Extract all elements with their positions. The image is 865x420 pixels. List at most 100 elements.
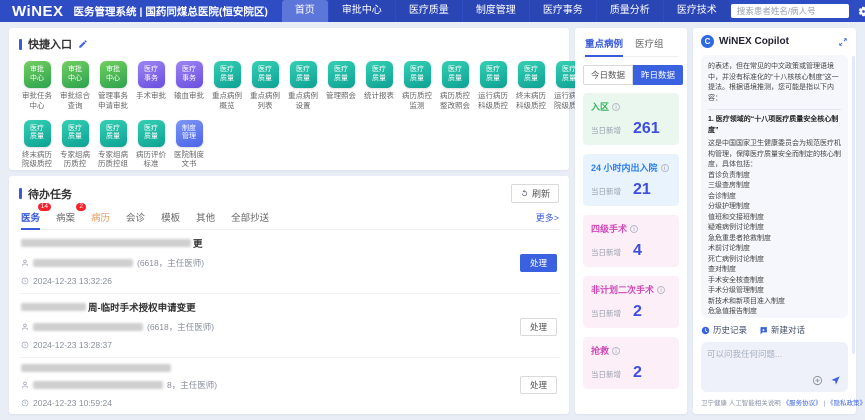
today-data-button[interactable]: 今日数据 [583,65,633,85]
tile-affair-apply-approval[interactable]: 审批中心管理事务申请审批 [95,61,131,111]
tile-expert-record-qc-group[interactable]: 医疗质量专家组病历质控组 [95,120,131,170]
patient-search-input[interactable] [731,4,849,18]
tile-approval-task-center[interactable]: 审批中心审批任务中心 [19,61,55,111]
medical-quality-icon: 医疗质量 [404,61,431,88]
tile-key-case-overview[interactable]: 医疗质量重点病例概览 [209,61,245,111]
stats-tab-key-cases[interactable]: 重点病例 [585,36,623,50]
main-nav: 首页 审批中心 医疗质量 制度管理 医疗事务 质量分析 医疗技术 [282,0,731,22]
more-link[interactable]: 更多> [536,211,559,224]
todo-tab-template[interactable]: 模板 [161,210,180,224]
nav-tab-regulation[interactable]: 制度管理 [463,0,529,22]
refresh-button[interactable]: 刷新 [511,184,559,203]
task-time: 2024-12-23 10:59:24 [33,398,112,406]
medical-quality-icon: 医疗质量 [328,61,355,88]
task-item: 8，主任医师) 处理 2024-12-23 10:59:24 [19,358,559,406]
expand-icon[interactable] [838,37,848,47]
tile-transfusion-approval[interactable]: 医疗事务输血审批 [171,61,207,111]
redacted-text [33,381,163,389]
handle-button[interactable]: 处理 [520,318,557,336]
nav-tab-medical-quality[interactable]: 医疗质量 [396,0,462,22]
send-icon[interactable] [830,375,841,386]
stat-card-admissions[interactable]: 入区i 当日新增261 [583,93,679,145]
medical-quality-icon: 医疗质量 [480,61,507,88]
task-time: 2024-12-23 13:28:37 [33,340,112,350]
redacted-text [33,259,133,267]
approval-center-icon: 审批中心 [62,61,89,88]
nav-tab-medical-tech[interactable]: 医疗技术 [664,0,730,22]
system-title: 医务管理系统 | 国药同煤总医院(恒安院区) [74,4,268,19]
redacted-text [21,239,191,247]
todo-tab-medical-archive[interactable]: 病案2 [56,210,75,224]
history-button[interactable]: 历史记录 [701,324,747,336]
voice-icon[interactable] [812,375,823,386]
task-item: 更 (6618，主任医师) 处理 2024-12-23 13:32:26 [19,230,559,294]
nav-tab-medical-affairs[interactable]: 医疗事务 [530,0,596,22]
stat-value: 21 [633,181,651,199]
stat-card-unplanned-reoperation[interactable]: 非计划二次手术i 当日新增2 [583,276,679,328]
medical-affairs-icon: 医疗事务 [176,61,203,88]
redacted-text [33,323,143,331]
edit-pencil-icon[interactable] [78,39,88,49]
yesterday-data-button[interactable]: 昨日数据 [633,65,683,85]
tile-final-record-dept-qc[interactable]: 医疗质量终末病历科级质控 [513,61,549,111]
scrollbar[interactable] [852,56,855,354]
medical-quality-icon: 医疗质量 [290,61,317,88]
tile-management-notice[interactable]: 医疗质量管理照会 [323,61,359,111]
todo-tab-other[interactable]: 其他 [196,210,215,224]
copilot-section-desc: 这是中国国家卫生健康委员会为规范医疗机构管理，保障医疗质量安全而制定的核心制度，… [708,139,841,171]
tile-running-record-dept-qc[interactable]: 医疗质量运行病历科级质控 [475,61,511,111]
tile-approval-query[interactable]: 审批中心审批综合查询 [57,61,93,111]
medical-quality-icon: 医疗质量 [442,61,469,88]
clock-icon [21,341,29,349]
app-logo: WiNEX [12,3,64,20]
badge-count: 14 [38,203,51,211]
tile-key-case-list[interactable]: 医疗质量重点病例列表 [247,61,283,111]
quick-entry-panel: 快捷入口 审批中心审批任务中心 审批中心审批综合查询 审批中心管理事务申请审批 … [9,28,569,170]
tile-record-eval-standard[interactable]: 医疗质量病历评价标准 [133,120,169,170]
gear-icon[interactable] [858,6,865,17]
top-bar: WiNEX 医务管理系统 | 国药同煤总医院(恒安院区) 首页 审批中心 医疗质… [0,0,865,22]
stat-value: 2 [633,364,642,382]
stat-card-24h-inout[interactable]: 24 小时内出入院i 当日新增21 [583,154,679,206]
info-icon: i [630,225,638,233]
stat-card-rescue[interactable]: 抢救i 当日新增2 [583,337,679,389]
privacy-policy-link[interactable]: 《隐私政策》 [827,400,865,407]
tile-record-qc-rectify[interactable]: 医疗质量病历质控整改照会 [437,61,473,111]
tile-surgery-approval[interactable]: 医疗事务手术审批 [133,61,169,111]
nav-tab-approval-center[interactable]: 审批中心 [329,0,395,22]
tile-final-record-hosp-qc[interactable]: 医疗质量终末病历院级质控 [19,120,55,170]
handle-button[interactable]: 处理 [520,254,557,272]
medical-quality-icon: 医疗质量 [100,120,127,147]
quick-entry-grid: 审批中心审批任务中心 审批中心审批综合查询 审批中心管理事务申请审批 医疗事务手… [19,61,559,169]
service-agreement-link[interactable]: 《服务协议》 [783,400,822,407]
new-chat-button[interactable]: 新建对话 [759,324,805,336]
copilot-footer: 卫宁健康 人工智能相关说明 《服务协议》 | 《隐私政策》 [701,397,848,407]
stats-tab-medical-group[interactable]: 医疗组 [635,36,664,50]
medical-quality-icon: 医疗质量 [214,61,241,88]
tile-expert-record-qc[interactable]: 医疗质量专家组病历质控 [57,120,93,170]
tile-record-qc-monitor[interactable]: 医疗质量病历质控监测 [399,61,435,111]
tile-statistics-report[interactable]: 医疗质量统计报表 [361,61,397,111]
info-icon: i [612,103,620,111]
medical-quality-icon: 医疗质量 [366,61,393,88]
nav-tab-home[interactable]: 首页 [282,0,328,22]
new-chat-icon [759,326,768,335]
todo-panel: 待办任务 刷新 医务14 病案2 病历 会诊 模板 其他 全部抄送 更多> 更 [9,176,569,414]
nav-tab-quality-analysis[interactable]: 质量分析 [597,0,663,22]
copilot-question-input[interactable] [707,348,842,376]
todo-tab-medical-record[interactable]: 病历 [91,210,110,224]
tile-key-case-setting[interactable]: 医疗质量重点病例设置 [285,61,321,111]
todo-tab-medical-affairs[interactable]: 医务14 [21,210,40,224]
tile-hospital-regulation-doc[interactable]: 制度管理医院制度文书 [171,120,207,170]
todo-tab-all-cc[interactable]: 全部抄送 [231,210,269,224]
stat-value: 261 [633,120,660,138]
copilot-logo-icon: C [701,35,714,48]
approval-center-icon: 审批中心 [24,61,51,88]
handle-button[interactable]: 处理 [520,376,557,394]
section-accent-bar [19,188,22,199]
stats-panel: 重点病例 医疗组 今日数据 昨日数据 入区i 当日新增261 24 小时内出入院… [575,28,687,414]
info-icon: i [657,286,665,294]
quick-entry-title: 快捷入口 [28,36,72,52]
todo-tab-consultation[interactable]: 会诊 [126,210,145,224]
stat-card-level4-surgery[interactable]: 四级手术i 当日新增4 [583,215,679,267]
